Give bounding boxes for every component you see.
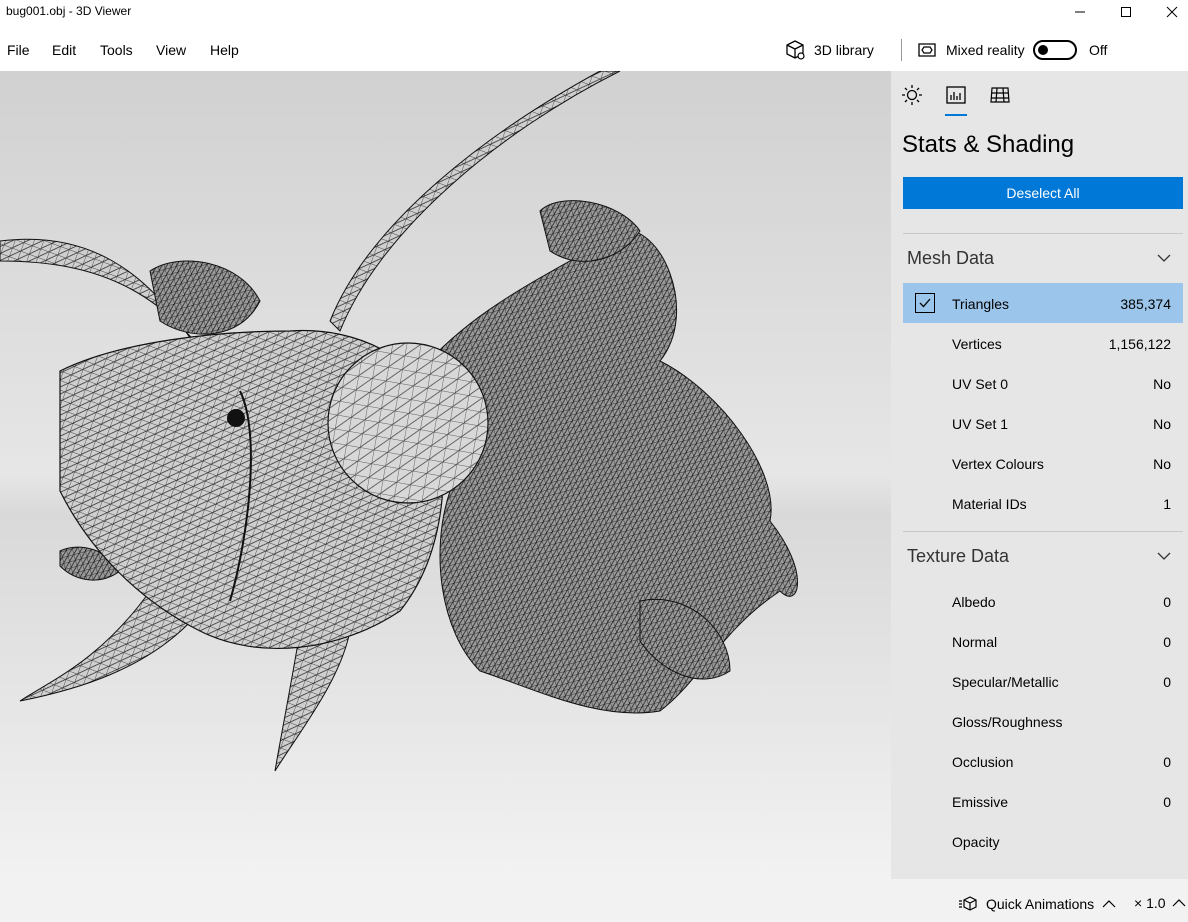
mesh-row-uv-set-0[interactable]: UV Set 0 No [903,363,1183,403]
row-label: Emissive [952,794,1009,810]
mesh-row-triangles[interactable]: Triangles 385,374 [903,283,1183,323]
grid-icon [990,87,1010,103]
tab-grid[interactable] [988,83,1012,107]
row-label: Gloss/Roughness [952,714,1063,730]
quick-animations-button[interactable]: Quick Animations [958,895,1116,913]
wireframe-model[interactable] [0,71,891,879]
stats-icon [946,86,966,104]
row-label: Vertices [952,336,1002,352]
animation-speed-button[interactable]: × 1.0 [1134,895,1186,911]
mesh-row-uv-set-1[interactable]: UV Set 1 No [903,403,1183,443]
texture-row-albedo[interactable]: Albedo 0 [903,581,1183,621]
bottom-bar: Quick Animations × 1.0 [0,879,1188,922]
maximize-button[interactable] [1103,0,1149,24]
minimize-icon [1075,11,1085,13]
texture-row-normal[interactable]: Normal 0 [903,621,1183,661]
panel-title: Stats & Shading [902,131,1075,158]
row-label: Albedo [952,594,996,610]
checkbox[interactable] [915,293,935,313]
panel-tabs [891,71,1188,119]
close-icon [1166,6,1178,18]
window-title: bug001.obj - 3D Viewer [6,4,132,18]
chevron-up-icon [1172,899,1185,907]
menu-separator [901,39,902,61]
sun-icon [902,85,922,105]
tab-lighting[interactable] [900,83,924,107]
3d-viewport[interactable] [0,71,891,879]
row-value: 0 [1163,754,1171,770]
texture-row-opacity[interactable]: Opacity [903,821,1183,861]
row-value: 0 [1163,594,1171,610]
menu-help[interactable]: Help [210,42,239,58]
menu-tools[interactable]: Tools [100,42,133,58]
row-label: Normal [952,634,998,650]
title-bar: bug001.obj - 3D Viewer [0,0,1188,26]
row-label: Material IDs [952,496,1027,512]
3d-library-button[interactable]: 3D library [784,38,874,62]
menu-bar: File Edit Tools View Help 3D library Mix… [0,26,1188,71]
quick-animations-label: Quick Animations [986,896,1095,912]
row-label: Vertex Colours [952,456,1044,472]
toggle-knob [1038,45,1048,55]
mixed-reality-toggle[interactable] [1033,40,1077,60]
row-value: 385,374 [1120,296,1171,312]
3d-library-label: 3D library [814,42,874,58]
chevron-down-icon[interactable] [1157,551,1171,561]
deselect-all-button[interactable]: Deselect All [903,177,1183,209]
minimize-button[interactable] [1057,0,1103,24]
tab-stats[interactable] [944,83,968,107]
close-button[interactable] [1149,0,1188,24]
row-label: UV Set 1 [952,416,1009,432]
mesh-data-header[interactable]: Mesh Data [907,248,994,269]
divider [903,531,1183,532]
maximize-icon [1121,7,1131,17]
active-tab-indicator [945,114,967,116]
menu-edit[interactable]: Edit [52,42,76,58]
divider [903,233,1183,234]
chevron-down-icon[interactable] [1157,253,1171,263]
mixed-reality-icon [918,43,936,57]
mixed-reality-state: Off [1089,42,1108,58]
row-label: Occlusion [952,754,1014,770]
row-value: 0 [1163,674,1171,690]
chevron-up-icon [1102,900,1116,908]
mesh-row-vertex-colours[interactable]: Vertex Colours No [903,443,1183,483]
mesh-row-material-ids[interactable]: Material IDs 1 [903,483,1183,523]
animation-icon [959,896,977,911]
row-value: No [1153,416,1171,432]
row-value: 0 [1163,794,1171,810]
row-value: No [1153,456,1171,472]
row-value: 1,156,122 [1108,336,1171,352]
cube-icon [786,40,805,60]
stats-panel: Stats & Shading Deselect All Mesh Data T… [891,71,1188,879]
row-value: No [1153,376,1171,392]
row-label: Triangles [952,296,1010,312]
texture-row-specular-metallic[interactable]: Specular/Metallic 0 [903,661,1183,701]
menu-file[interactable]: File [7,42,30,58]
row-value: 0 [1163,634,1171,650]
texture-row-emissive[interactable]: Emissive 0 [903,781,1183,821]
mixed-reality-button[interactable]: Mixed reality [916,38,1025,62]
row-value: 1 [1163,496,1171,512]
texture-row-gloss-roughness[interactable]: Gloss/Roughness [903,701,1183,741]
mesh-row-vertices[interactable]: Vertices 1,156,122 [903,323,1183,363]
mixed-reality-label: Mixed reality [946,42,1025,58]
speed-label: × 1.0 [1134,895,1166,911]
menu-view[interactable]: View [156,42,186,58]
texture-row-occlusion[interactable]: Occlusion 0 [903,741,1183,781]
row-label: Opacity [952,834,1000,850]
texture-data-header[interactable]: Texture Data [907,546,1009,567]
checkmark-icon [919,298,931,308]
row-label: Specular/Metallic [952,674,1059,690]
row-label: UV Set 0 [952,376,1009,392]
